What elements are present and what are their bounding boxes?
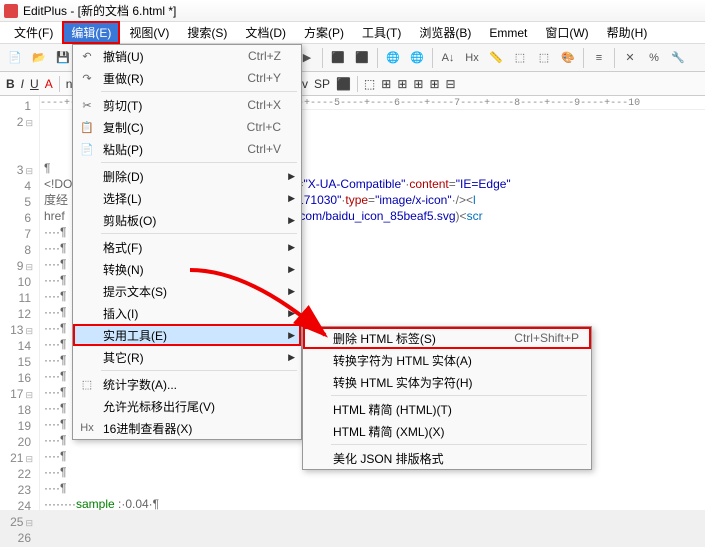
toolbar-btn-0[interactable]: 📄 (4, 47, 26, 69)
html-toolbar-btn-0[interactable]: B (6, 77, 15, 91)
edit-menu-item-8[interactable]: 选择(L)▶ (73, 187, 301, 209)
menu-7[interactable]: 浏览器(B) (411, 22, 479, 43)
toolbar-btn-24[interactable]: Hx (461, 47, 483, 69)
window-title: EditPlus - [新的文档 6.html *] (23, 2, 176, 19)
menu-5[interactable]: 方案(P) (296, 22, 352, 43)
edit-menu-item-11[interactable]: 格式(F)▶ (73, 236, 301, 258)
edit-menu-item-3[interactable]: ✂剪切(T)Ctrl+X (73, 94, 301, 116)
toolbar-btn-27[interactable]: ⬚ (533, 47, 555, 69)
toolbar-btn-26[interactable]: ⬚ (509, 47, 531, 69)
menu-1[interactable]: 编辑(E) (63, 22, 119, 43)
menubar: 文件(F)编辑(E)视图(V)搜索(S)文档(D)方案(P)工具(T)浏览器(B… (0, 22, 705, 44)
html-toolbar-btn-26[interactable]: ⊞ (429, 77, 439, 91)
toolbar-btn-23[interactable]: A↓ (437, 47, 459, 69)
submenu-item-4[interactable]: HTML 精简 (HTML)(T) (303, 398, 591, 420)
edit-menu-item-5[interactable]: 📄粘贴(P)Ctrl+V (73, 138, 301, 160)
html-toolbar-btn-27[interactable]: ⊟ (446, 77, 456, 91)
line-gutter: 12⊟3⊟456789⊟10111213⊟14151617⊟18192021⊟2… (0, 96, 40, 510)
utilities-submenu: 删除 HTML 标签(S)Ctrl+Shift+P转换字符为 HTML 实体(A… (302, 326, 592, 470)
html-toolbar-btn-20[interactable]: ⬛ (336, 77, 351, 91)
menu-9[interactable]: 窗口(W) (537, 22, 596, 43)
edit-menu-item-15[interactable]: 实用工具(E)▶ (73, 324, 301, 346)
toolbar-btn-20[interactable]: 🌐 (382, 47, 404, 69)
toolbar-btn-17[interactable]: ⬛ (327, 47, 349, 69)
toolbar-btn-1[interactable]: 📂 (28, 47, 50, 69)
edit-menu-item-0[interactable]: ↶撤销(U)Ctrl+Z (73, 45, 301, 67)
html-toolbar-btn-2[interactable]: U (30, 77, 39, 91)
edit-menu-item-18[interactable]: ⬚统计字数(A)... (73, 373, 301, 395)
edit-menu-item-13[interactable]: 提示文本(S)▶ (73, 280, 301, 302)
toolbar-btn-32[interactable]: ✕ (619, 47, 641, 69)
toolbar-btn-21[interactable]: 🌐 (406, 47, 428, 69)
edit-menu-item-14[interactable]: 插入(I)▶ (73, 302, 301, 324)
edit-menu-item-1[interactable]: ↷重做(R)Ctrl+Y (73, 67, 301, 89)
submenu-item-7[interactable]: 美化 JSON 排版格式 (303, 447, 591, 469)
submenu-item-1[interactable]: 转换字符为 HTML 实体(A) (303, 349, 591, 371)
edit-menu-item-7[interactable]: 删除(D)▶ (73, 165, 301, 187)
titlebar: EditPlus - [新的文档 6.html *] (0, 0, 705, 22)
edit-menu-item-20[interactable]: Hx16进制查看器(X) (73, 417, 301, 439)
edit-menu-item-4[interactable]: 📋复制(C)Ctrl+C (73, 116, 301, 138)
html-toolbar-btn-25[interactable]: ⊞ (413, 77, 423, 91)
toolbar-btn-2[interactable]: 💾 (52, 47, 74, 69)
menu-10[interactable]: 帮助(H) (599, 22, 656, 43)
submenu-item-5[interactable]: HTML 精简 (XML)(X) (303, 420, 591, 442)
submenu-item-0[interactable]: 删除 HTML 标签(S)Ctrl+Shift+P (303, 327, 591, 349)
edit-menu-item-9[interactable]: 剪贴板(O)▶ (73, 209, 301, 231)
edit-menu-dropdown: ↶撤销(U)Ctrl+Z↷重做(R)Ctrl+Y ✂剪切(T)Ctrl+X📋复制(… (72, 44, 302, 440)
toolbar-btn-34[interactable]: 🔧 (667, 47, 689, 69)
menu-2[interactable]: 视图(V) (121, 22, 177, 43)
app-icon (4, 4, 18, 18)
html-toolbar-btn-23[interactable]: ⊞ (381, 77, 391, 91)
menu-4[interactable]: 文档(D) (237, 22, 294, 43)
submenu-item-2[interactable]: 转换 HTML 实体为字符(H) (303, 371, 591, 393)
html-toolbar-btn-3[interactable]: A (45, 77, 53, 91)
edit-menu-item-16[interactable]: 其它(R)▶ (73, 346, 301, 368)
menu-6[interactable]: 工具(T) (354, 22, 409, 43)
html-toolbar-btn-22[interactable]: ⬚ (364, 77, 375, 91)
toolbar-btn-25[interactable]: 📏 (485, 47, 507, 69)
edit-menu-item-19[interactable]: 允许光标移出行尾(V) (73, 395, 301, 417)
menu-3[interactable]: 搜索(S) (179, 22, 235, 43)
html-toolbar-btn-19[interactable]: SP (314, 77, 330, 91)
toolbar-btn-33[interactable]: % (643, 47, 665, 69)
edit-menu-item-12[interactable]: 转换(N)▶ (73, 258, 301, 280)
menu-0[interactable]: 文件(F) (6, 22, 61, 43)
html-toolbar-btn-24[interactable]: ⊞ (397, 77, 407, 91)
toolbar-btn-30[interactable]: ≡ (588, 47, 610, 69)
toolbar-btn-18[interactable]: ⬛ (351, 47, 373, 69)
toolbar-btn-28[interactable]: 🎨 (557, 47, 579, 69)
html-toolbar-btn-1[interactable]: I (21, 77, 24, 91)
menu-8[interactable]: Emmet (481, 24, 535, 42)
